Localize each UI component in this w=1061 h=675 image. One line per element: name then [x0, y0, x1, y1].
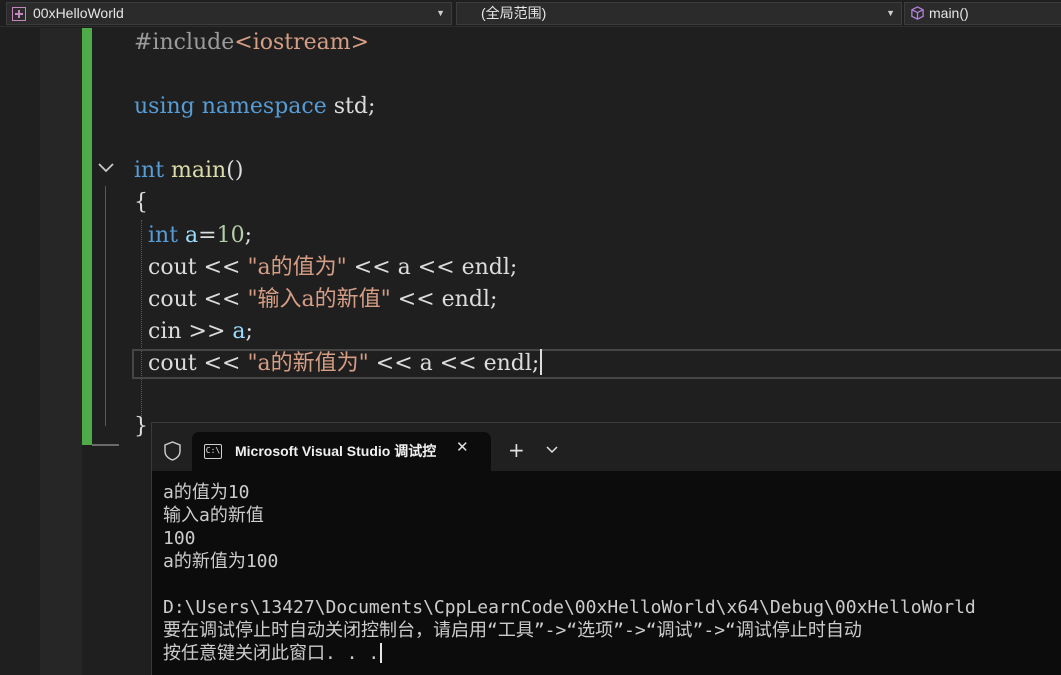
chevron-down-icon[interactable]	[546, 442, 558, 458]
code-line-close-brace: }	[134, 414, 148, 439]
output-line: 输入a的新值	[163, 505, 264, 526]
project-dropdown[interactable]: 00xHelloWorld ▼	[6, 2, 452, 25]
cpp-project-icon	[12, 7, 26, 21]
code-line-cout-value: cout << "a的值为" << a << endl;	[148, 255, 518, 280]
code-line-cout-new-value: cout << "a的新值为" << a << endl;	[134, 348, 543, 380]
project-name: 00xHelloWorld	[33, 5, 124, 21]
code-line-cout-prompt: cout << "输入a的新值" << endl;	[148, 287, 498, 312]
chevron-down-icon: ▼	[436, 8, 445, 18]
code-line-using: using namespace std;	[134, 94, 376, 119]
code-line-include: #include<iostream>	[134, 30, 370, 55]
chevron-down-icon: ▼	[886, 8, 895, 18]
code-line-declare: int a=10;	[148, 223, 253, 248]
scope-dropdown[interactable]: (全局范围) ▼	[456, 2, 902, 25]
output-line: 100	[163, 528, 196, 549]
output-line: 要在调试停止时自动关闭控制台，请启用“工具”->“选项”->“调试”->“调试停…	[163, 620, 862, 641]
function-dropdown[interactable]: main()	[904, 2, 1061, 25]
close-icon[interactable]: ✕	[456, 438, 469, 456]
function-cube-icon	[911, 6, 924, 20]
text-caret	[540, 349, 543, 375]
shield-icon	[164, 441, 181, 461]
code-line-open-brace: {	[134, 190, 148, 215]
outline-fold-line	[105, 186, 106, 426]
collapse-chevron-icon[interactable]	[96, 161, 118, 181]
debug-console-window: C:\ Microsoft Visual Studio 调试控 ✕ + a的值为…	[151, 422, 1061, 675]
output-line-prompt: 按任意键关闭此窗口. . .	[163, 642, 976, 665]
change-tracking-bar	[82, 28, 92, 445]
terminal-tab-bar: C:\ Microsoft Visual Studio 调试控 ✕ +	[152, 423, 1061, 471]
terminal-output[interactable]: a的值为10 输入a的新值 100 a的新值为100 D:\Users\13427\Do…	[163, 481, 976, 665]
output-line: D:\Users\13427\Documents\CppLearnCode\00…	[163, 597, 976, 618]
terminal-tab-title: Microsoft Visual Studio 调试控	[235, 443, 437, 459]
code-line-cin: cin >> a;	[148, 319, 253, 344]
terminal-cursor	[380, 643, 383, 663]
navigation-bar: 00xHelloWorld ▼ (全局范围) ▼ main()	[0, 0, 1061, 27]
function-name: main()	[929, 5, 969, 21]
command-prompt-icon: C:\	[204, 444, 222, 459]
terminal-tab[interactable]: C:\ Microsoft Visual Studio 调试控 ✕	[192, 432, 491, 471]
selection-margin	[40, 28, 82, 675]
output-line: a的值为10	[163, 482, 250, 503]
code-line-main: int main()	[134, 158, 244, 183]
output-line: a的新值为100	[163, 551, 279, 572]
change-tracking-end	[92, 444, 119, 446]
scope-name: (全局范围)	[481, 5, 547, 21]
new-tab-plus-icon[interactable]: +	[508, 440, 525, 460]
